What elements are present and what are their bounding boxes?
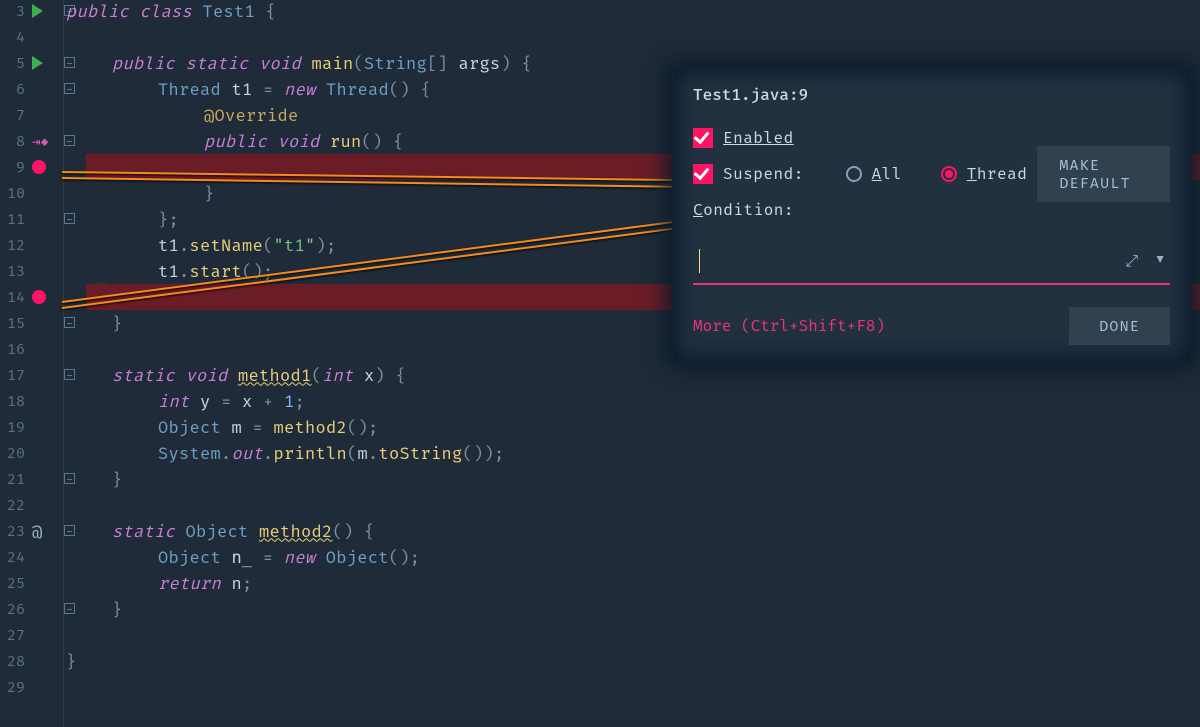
text-caret (699, 249, 700, 273)
popup-title: Test1.java:9 (693, 86, 1170, 105)
radio-thread[interactable] (941, 166, 957, 182)
condition-input[interactable]: ⤢ ▼ (693, 239, 1170, 285)
radio-all[interactable] (846, 166, 862, 182)
enabled-label: Enabled (723, 129, 794, 148)
done-button[interactable]: DONE (1069, 307, 1170, 345)
history-dropdown-icon[interactable]: ▼ (1156, 252, 1164, 271)
expand-icon[interactable]: ⤢ (1125, 252, 1138, 271)
radio-thread-label[interactable]: Thread (967, 165, 1028, 184)
radio-all-label[interactable]: All (872, 165, 902, 184)
enabled-checkbox[interactable] (693, 128, 713, 148)
suspend-label: Suspend: (723, 165, 804, 184)
condition-label: Condition: (693, 201, 794, 220)
popup-footer: More (Ctrl+Shift+F8) DONE (693, 307, 1170, 345)
make-default-button[interactable]: MAKE DEFAULT (1037, 146, 1170, 202)
suspend-checkbox[interactable] (693, 164, 713, 184)
suspend-row: Suspend: All Thread MAKE DEFAULT (693, 159, 1170, 189)
more-link[interactable]: More (Ctrl+Shift+F8) (693, 317, 885, 336)
breakpoint-popup: Test1.java:9 Enabled Suspend: All Thread… (672, 67, 1191, 362)
